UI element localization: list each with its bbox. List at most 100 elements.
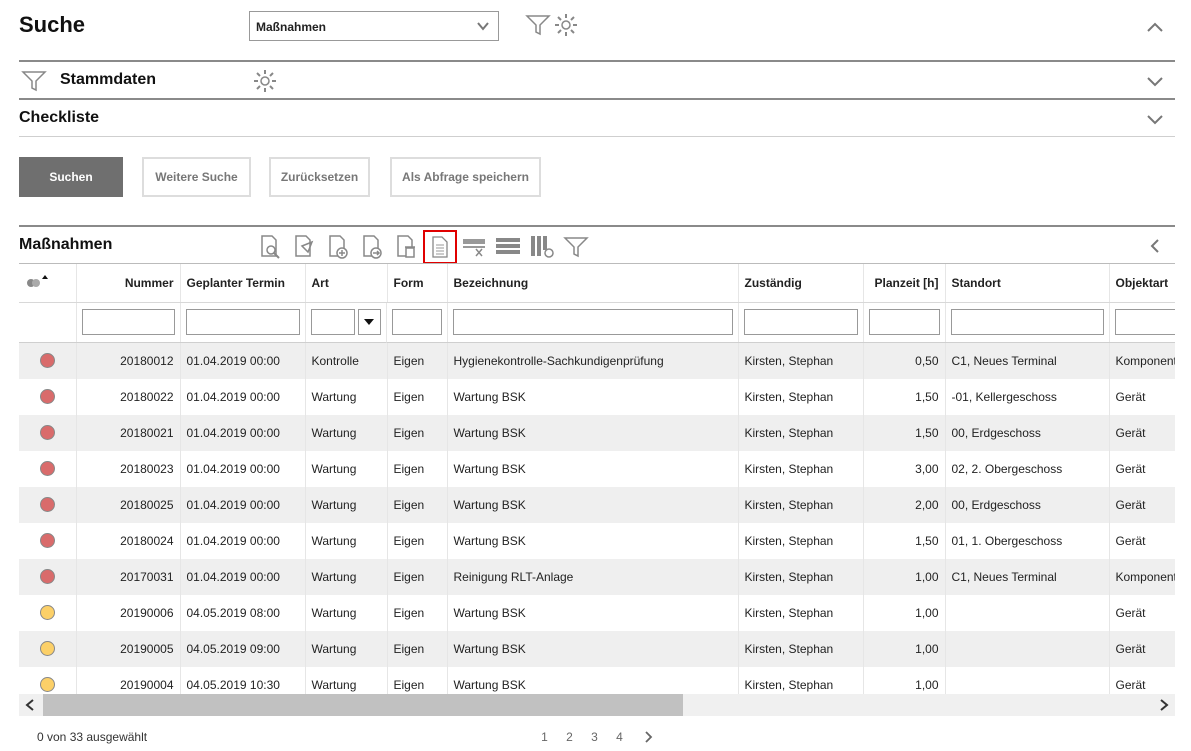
filter-standort[interactable] <box>950 309 1104 336</box>
col-art[interactable]: Art <box>305 264 388 303</box>
filter-nummer[interactable] <box>81 309 175 336</box>
col-zustaendig[interactable]: Zuständig <box>738 264 864 303</box>
cell-plan: 1,50 <box>863 378 946 415</box>
table-row[interactable]: 20180023 01.04.2019 00:00 Wartung Eigen Wart… <box>19 450 1175 487</box>
header-row: Nummer Geplanter Termin Art Form Bezeich… <box>19 264 1175 303</box>
table-row[interactable]: 20190004 04.05.2019 10:30 Wartung Eigen Wart… <box>19 666 1175 694</box>
cell-bez: Wartung BSK <box>447 666 739 694</box>
status-cell <box>19 558 77 595</box>
gear-icon[interactable] <box>553 12 579 38</box>
filter-clear-icon[interactable] <box>457 230 491 264</box>
section-checkliste[interactable]: Checkliste <box>19 109 99 127</box>
table-row[interactable]: 20180025 01.04.2019 00:00 Wartung Eigen Wart… <box>19 486 1175 523</box>
cell-form: Eigen <box>387 450 448 487</box>
page-1[interactable]: 1 <box>532 730 557 744</box>
page-4[interactable]: 4 <box>607 730 632 744</box>
suchen-button[interactable]: Suchen <box>19 157 123 197</box>
filter-icon[interactable] <box>559 230 593 264</box>
filter-icon[interactable] <box>525 12 551 38</box>
delete-icon[interactable] <box>389 230 423 264</box>
cell-objektart: Gerät <box>1109 630 1175 667</box>
filter-termin[interactable] <box>185 309 300 336</box>
filter-form[interactable] <box>392 309 442 336</box>
cell-termin: 01.04.2019 00:00 <box>180 486 306 523</box>
search-type-select[interactable]: Maßnahmen <box>249 11 499 41</box>
cell-nummer: 20190004 <box>76 666 181 694</box>
cell-plan: 1,00 <box>863 630 946 667</box>
scroll-left-icon[interactable] <box>25 699 35 711</box>
col-objektart[interactable]: Objektart <box>1109 264 1175 303</box>
view-icon[interactable] <box>253 230 287 264</box>
cell-plan: 1,00 <box>863 594 946 631</box>
cell-bez: Wartung BSK <box>447 486 739 523</box>
results-grid: Nummer Geplanter Termin Art Form Bezeich… <box>19 264 1175 694</box>
col-termin[interactable]: Geplanter Termin <box>180 264 306 303</box>
filter-objektart[interactable] <box>1114 309 1175 336</box>
status-cell <box>19 342 77 379</box>
filter-zustaendig[interactable] <box>743 309 858 336</box>
status-cell <box>19 486 77 523</box>
table-row[interactable]: 20180022 01.04.2019 00:00 Wartung Eigen Wart… <box>19 378 1175 415</box>
chevron-left-icon[interactable] <box>1148 238 1162 254</box>
collapse-up-icon[interactable] <box>1146 20 1164 34</box>
copy-icon[interactable] <box>287 230 321 264</box>
section-stammdaten[interactable]: Stammdaten <box>60 71 156 89</box>
col-form[interactable]: Form <box>387 264 448 303</box>
cell-zust: Kirsten, Stephan <box>738 414 864 451</box>
filter-planzeit[interactable] <box>868 309 940 336</box>
filter-art[interactable] <box>310 309 355 335</box>
cell-form: Eigen <box>387 378 448 415</box>
cell-bez: Wartung BSK <box>447 450 739 487</box>
table-row[interactable]: 20180021 01.04.2019 00:00 Wartung Eigen Wart… <box>19 414 1175 451</box>
col-standort[interactable]: Standort <box>945 264 1110 303</box>
next-page-icon[interactable] <box>636 730 661 744</box>
page-3[interactable]: 3 <box>582 730 607 744</box>
filter-icon[interactable] <box>21 68 47 94</box>
save-query-button[interactable]: Als Abfrage speichern <box>390 157 541 197</box>
cell-zust: Kirsten, Stephan <box>738 558 864 595</box>
table-row[interactable]: 20180012 01.04.2019 00:00 Kontrolle Eigen Hy… <box>19 342 1175 379</box>
table-row[interactable]: 20170031 01.04.2019 00:00 Wartung Eigen Rein… <box>19 558 1175 595</box>
page-2[interactable]: 2 <box>557 730 582 744</box>
rows-icon[interactable] <box>491 230 525 264</box>
cell-art: Wartung <box>305 378 388 415</box>
weitere-suche-button[interactable]: Weitere Suche <box>142 157 251 197</box>
scrollbar-thumb[interactable] <box>43 694 683 716</box>
status-indicator <box>39 497 55 513</box>
col-planzeit[interactable]: Planzeit [h] <box>863 264 946 303</box>
col-status[interactable] <box>19 264 77 303</box>
reset-button[interactable]: Zurücksetzen <box>269 157 370 197</box>
cell-zust: Kirsten, Stephan <box>738 486 864 523</box>
cell-objektart: Gerät <box>1109 522 1175 559</box>
table-row[interactable]: 20190006 04.05.2019 08:00 Wartung Eigen Wart… <box>19 594 1175 631</box>
columns-icon[interactable] <box>525 230 559 264</box>
cell-termin: 01.04.2019 00:00 <box>180 450 306 487</box>
document-icon[interactable] <box>423 230 457 264</box>
cell-form: Eigen <box>387 594 448 631</box>
cell-standort <box>945 666 1110 694</box>
expand-stammdaten-icon[interactable] <box>1146 74 1164 88</box>
col-bezeichnung[interactable]: Bezeichnung <box>447 264 739 303</box>
filter-art-dropdown[interactable] <box>357 309 381 335</box>
gear-icon[interactable] <box>252 68 278 94</box>
scroll-right-icon[interactable] <box>1159 699 1169 711</box>
cell-objektart: Gerät <box>1109 378 1175 415</box>
cell-termin: 01.04.2019 00:00 <box>180 414 306 451</box>
table-row[interactable]: 20190005 04.05.2019 09:00 Wartung Eigen Wart… <box>19 630 1175 667</box>
cell-plan: 2,00 <box>863 486 946 523</box>
horizontal-scrollbar[interactable] <box>19 694 1175 716</box>
cell-termin: 01.04.2019 00:00 <box>180 522 306 559</box>
add-icon[interactable] <box>321 230 355 264</box>
status-cell <box>19 522 77 559</box>
filter-bezeichnung[interactable] <box>452 309 733 336</box>
cell-form: Eigen <box>387 414 448 451</box>
results-toolbar <box>253 230 593 264</box>
table-row[interactable]: 20180024 01.04.2019 00:00 Wartung Eigen Wart… <box>19 522 1175 559</box>
export-icon[interactable] <box>355 230 389 264</box>
cell-plan: 1,00 <box>863 666 946 694</box>
expand-checkliste-icon[interactable] <box>1146 112 1164 126</box>
cell-bez: Wartung BSK <box>447 630 739 667</box>
col-nummer[interactable]: Nummer <box>76 264 181 303</box>
cell-termin: 04.05.2019 10:30 <box>180 666 306 694</box>
cell-form: Eigen <box>387 522 448 559</box>
